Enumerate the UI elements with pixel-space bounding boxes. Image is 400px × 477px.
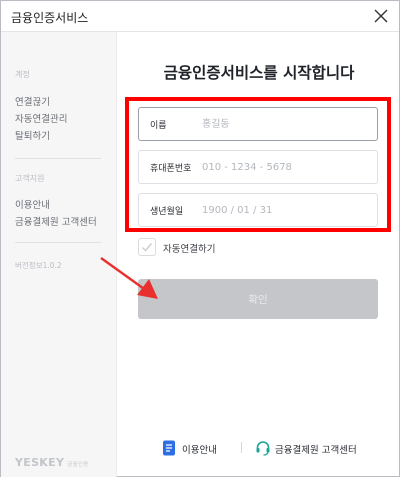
auto-connect-label[interactable]: 자동연결하기 <box>163 241 215 255</box>
arrow-icon <box>100 257 158 299</box>
sidebar-item-withdraw[interactable]: 탈퇴하기 <box>15 128 50 142</box>
sidebar-item-guide[interactable]: 이용안내 <box>15 197 50 211</box>
guide-link[interactable]: 이용안내 <box>162 440 232 456</box>
sidebar-section-support: 고객지원 <box>15 174 45 183</box>
headset-icon <box>256 441 270 456</box>
confirm-button[interactable]: 확인 <box>138 279 378 319</box>
highlight-box <box>125 97 391 232</box>
close-icon[interactable] <box>371 6 391 26</box>
sidebar-item-auto-connect[interactable]: 자동연결관리 <box>15 111 67 125</box>
title-bar: 금융인증서비스 <box>1 1 399 32</box>
sidebar-item-disconnect[interactable]: 연결끊기 <box>15 94 50 108</box>
sidebar-item-support-center[interactable]: 금융결제원 고객센터 <box>15 214 97 228</box>
page-title: 금융인증서비스를 시작합니다 <box>163 64 355 82</box>
document-icon <box>163 440 175 456</box>
sidebar-divider <box>15 158 101 159</box>
yeskey-logo: YESKEY 금융인증 <box>15 456 89 469</box>
guide-link-label: 이용안내 <box>182 445 217 456</box>
sidebar-divider <box>15 242 101 243</box>
footer-divider <box>241 442 242 453</box>
support-center-label: 금융결제원 고객센터 <box>275 445 357 456</box>
support-center-link[interactable]: 금융결제원 고객센터 <box>255 441 365 456</box>
app-window: 금융인증서비스 계정 연결끊기 자동연결관리 탈퇴하기 고객지원 이용안내 금융… <box>0 0 400 477</box>
version-info: 버전정보1.0.2 <box>15 261 62 270</box>
window-title: 금융인증서비스 <box>11 11 89 25</box>
sidebar-section-account: 계정 <box>15 70 30 79</box>
